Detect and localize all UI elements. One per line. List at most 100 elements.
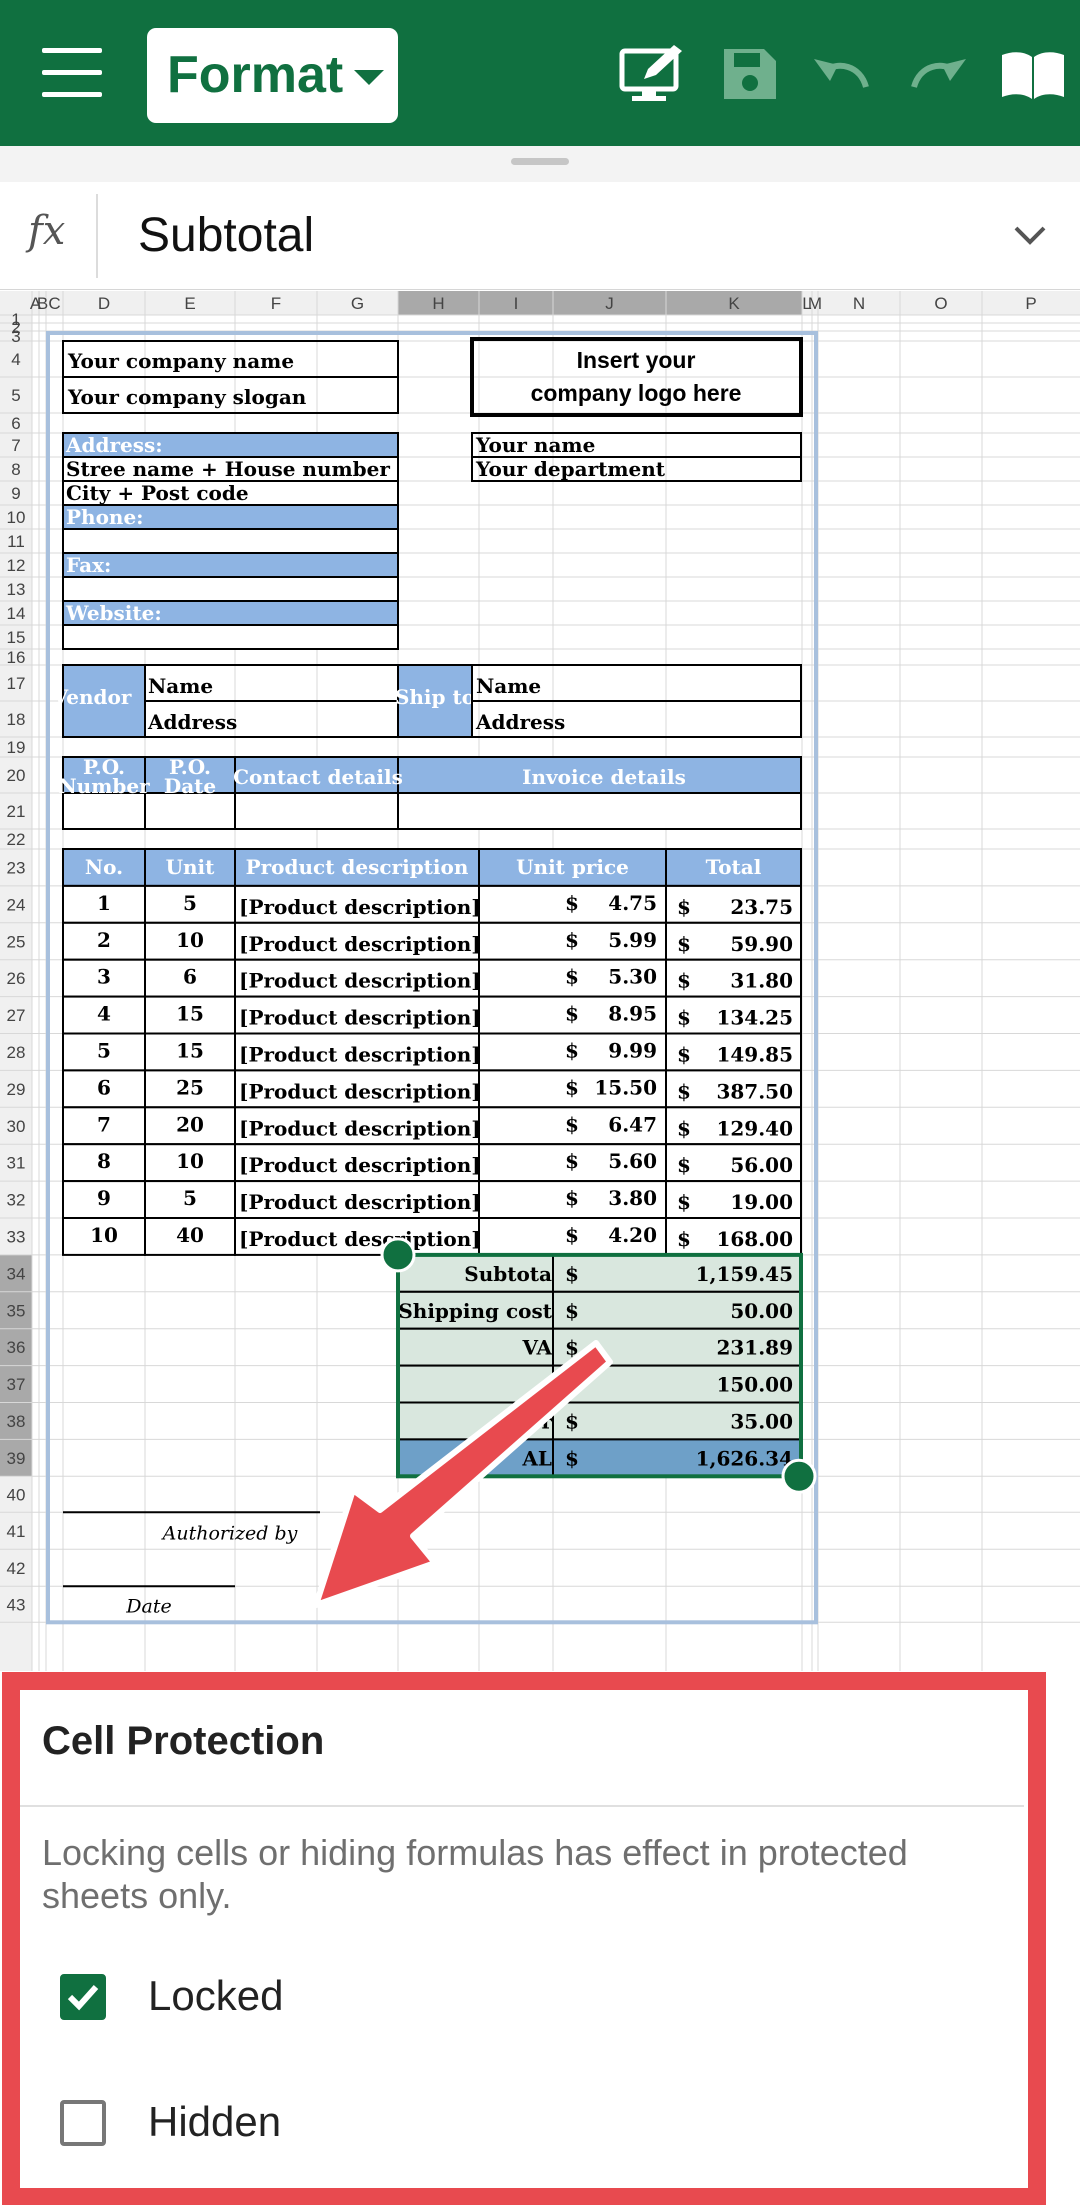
item-price-26: 5.30: [608, 965, 657, 989]
item-price-30: 6.47: [608, 1112, 657, 1136]
item-no-31: 8: [97, 1149, 111, 1173]
dropdown-caret-icon: [354, 70, 384, 85]
panel-divider: [18, 1805, 1024, 1807]
item-desc-31: [Product description]: [239, 1153, 481, 1177]
format-menu-button[interactable]: Format: [147, 28, 398, 123]
save-icon[interactable]: [714, 43, 784, 105]
your-department: Your department: [475, 457, 666, 481]
item-no-32: 9: [97, 1186, 111, 1210]
panel-drag-handle[interactable]: [0, 146, 1080, 182]
row-header-23: 23: [7, 858, 26, 877]
hidden-option[interactable]: Hidden: [56, 2094, 656, 2154]
vendor-address: Address: [147, 710, 237, 734]
item-no-29: 6: [97, 1075, 111, 1099]
column-header-c: C: [48, 294, 60, 313]
row-header-41: 41: [7, 1522, 26, 1541]
summary-label-35: Shipping cost: [398, 1299, 552, 1323]
row-header-16: 16: [7, 648, 26, 667]
row-header-19: 19: [7, 738, 26, 757]
item-total-29: 387.50: [716, 1079, 793, 1103]
column-header-j: J: [605, 294, 614, 313]
item-desc-26: [Product description]: [239, 969, 481, 993]
summary-value-36: 231.89: [716, 1336, 793, 1360]
item-total-27: 134.25: [716, 1006, 793, 1030]
item-price-32: 3.80: [608, 1186, 657, 1210]
menu-icon[interactable]: [42, 48, 102, 100]
item-no-28: 5: [97, 1039, 111, 1063]
address-row-13: [62, 576, 399, 602]
item-price-currency-30: $: [565, 1112, 579, 1136]
panel-description: Locking cells or hiding formulas has eff…: [42, 1832, 908, 1916]
locked-checkbox[interactable]: [60, 1974, 106, 2020]
locked-option[interactable]: Locked: [56, 1968, 656, 2028]
summary-currency-37: $: [565, 1373, 579, 1397]
fx-icon: fx: [28, 208, 66, 254]
address-text-10: Phone:: [66, 505, 144, 529]
item-desc-30: [Product description]: [239, 1116, 481, 1140]
column-header-g: G: [351, 294, 364, 313]
summary-value-38: 35.00: [730, 1410, 793, 1434]
undo-icon[interactable]: [808, 43, 878, 105]
row-header-10: 10: [7, 508, 26, 527]
item-header-1: Unit: [166, 855, 216, 879]
sheet-canvas[interactable]: AB C D E F G H I J K LM N O P123456789101112131415161…: [0, 291, 1080, 1671]
row-header-5: 5: [11, 386, 20, 405]
po-value-3: [397, 792, 802, 830]
item-total-32: 19.00: [730, 1190, 793, 1214]
address-row-12: [62, 552, 399, 578]
row-header-36: 36: [7, 1338, 26, 1357]
row-header-40: 40: [7, 1485, 26, 1504]
address-row-15: [62, 624, 399, 650]
row-header-8: 8: [11, 460, 20, 479]
formula-input[interactable]: Subtotal: [138, 208, 314, 263]
format-label: Format: [167, 46, 344, 104]
item-total-26: 31.80: [730, 969, 793, 993]
column-header-i: I: [514, 294, 519, 313]
item-unit-30: 20: [176, 1112, 204, 1136]
company-slogan: Your company slogan: [67, 385, 307, 409]
cell-protection-panel: Cell Protection Locking cells or hiding …: [0, 1671, 1080, 2205]
logo-line2: company logo here: [531, 380, 742, 406]
column-header-f: F: [271, 294, 281, 313]
item-unit-31: 10: [176, 1149, 204, 1173]
item-no-24: 1: [97, 891, 111, 915]
app-toolbar: Format: [0, 0, 1080, 146]
edit-mode-icon[interactable]: [618, 43, 688, 105]
item-header-0: No.: [85, 855, 123, 879]
redo-icon[interactable]: [902, 43, 972, 105]
drag-grip[interactable]: [511, 158, 569, 165]
item-unit-29: 25: [176, 1075, 204, 1099]
row-header-33: 33: [7, 1227, 26, 1246]
row-header-29: 29: [7, 1080, 26, 1099]
summary-value-35: 50.00: [730, 1299, 793, 1323]
item-no-25: 2: [97, 928, 111, 952]
item-price-currency-31: $: [565, 1149, 579, 1173]
row-header-42: 42: [7, 1559, 26, 1578]
spreadsheet-grid[interactable]: A B C D E F G H I J K L M N O P 1 2 3 4 5 6 7 8 9 10 11 12 13 14 15 16 1…: [0, 291, 1080, 1671]
item-header-3: Unit price: [516, 855, 629, 879]
item-total-currency-26: $: [677, 969, 691, 993]
formula-bar: fx Subtotal: [0, 182, 1080, 290]
date-label: Date: [125, 1595, 171, 1617]
panel-title: Cell Protection: [42, 1719, 325, 1763]
column-header-h: H: [432, 294, 444, 313]
po-value-2: [234, 792, 399, 830]
summary-label-cell-37: [397, 1364, 554, 1404]
po-value-0: [62, 792, 146, 830]
item-price-25: 5.99: [608, 928, 657, 952]
selection-handle-top: [380, 1237, 416, 1273]
hidden-checkbox[interactable]: [60, 2100, 106, 2146]
row-header-27: 27: [7, 1006, 26, 1025]
chevron-down-icon[interactable]: [1012, 220, 1048, 250]
item-price-33: 4.20: [608, 1223, 657, 1247]
column-header-k: K: [728, 294, 740, 313]
row-header-34: 34: [7, 1264, 26, 1283]
item-total-currency-24: $: [677, 895, 691, 919]
item-price-currency-29: $: [565, 1075, 579, 1099]
company-name: Your company name: [67, 349, 294, 373]
authorized-by-label: Authorized by: [161, 1522, 298, 1544]
summary-currency-34: $: [565, 1262, 579, 1286]
item-price-31: 5.60: [608, 1149, 657, 1173]
column-header-o: O: [934, 294, 947, 313]
read-mode-icon[interactable]: [998, 43, 1068, 105]
